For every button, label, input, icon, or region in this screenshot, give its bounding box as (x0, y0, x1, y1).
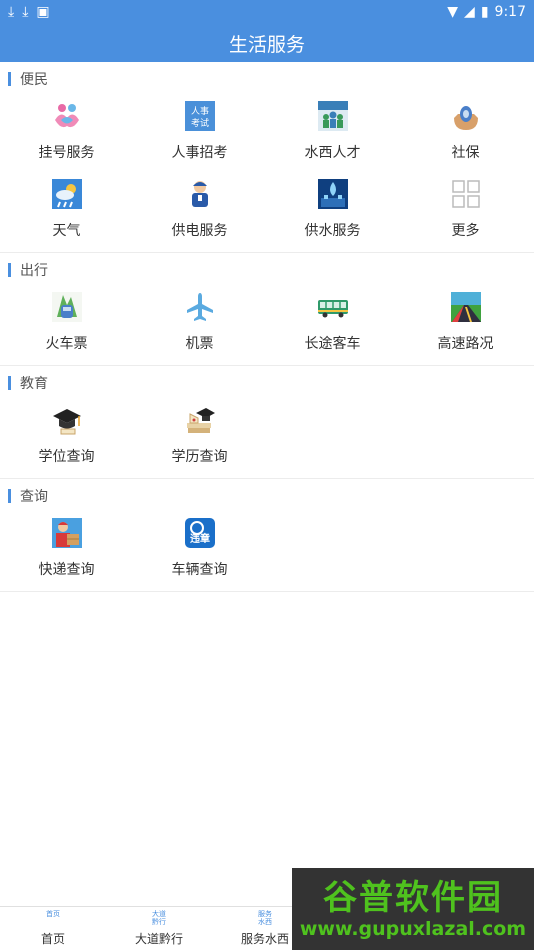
service-tile[interactable]: 供电服务 (133, 174, 266, 252)
water-supply-icon (317, 178, 349, 210)
diploma-books-icon (184, 404, 216, 436)
weather-icon (51, 178, 83, 210)
svg-text:违章: 违章 (190, 532, 210, 545)
nav-label: 大道黔行 (134, 932, 183, 946)
nav-home[interactable]: 首页 首页 (0, 907, 106, 950)
service-tile[interactable]: 机票 (133, 287, 266, 365)
service-tile[interactable]: 更多 (399, 174, 532, 252)
nav-dadao-qianxing[interactable]: 大道黔行 大道黔行 (106, 907, 212, 950)
service-tile[interactable]: 水西人才 (266, 96, 399, 174)
section-header: 出行 (0, 253, 534, 287)
service-label: 火车票 (45, 336, 88, 352)
section-title: 查询 (20, 489, 48, 505)
section-title: 便民 (20, 72, 48, 88)
battery-icon: ▮ (480, 4, 489, 20)
service-tile[interactable]: 快递查询 (0, 513, 133, 591)
wifi-icon: ▼ (447, 4, 459, 20)
section-accent-bar (8, 72, 11, 86)
section: 教育学位查询 学历查询 (0, 366, 534, 479)
service-label: 挂号服务 (38, 145, 95, 161)
service-tile[interactable]: 学位查询 (0, 400, 133, 478)
section-title: 教育 (20, 376, 48, 392)
section-header: 查询 (0, 479, 534, 513)
svg-text:考试: 考试 (190, 117, 208, 129)
service-label: 机票 (185, 336, 214, 352)
svg-text:人事: 人事 (190, 105, 208, 117)
service-label: 学历查询 (171, 449, 228, 465)
service-tile[interactable]: 挂号服务 (0, 96, 133, 174)
watermark-title: 谷普软件园 (323, 878, 503, 918)
section: 便民 挂号服务 人事 考试 人事招考 水西人才 社保 天气 供电服务 供水服务 更多 (0, 62, 534, 253)
nav-label: 服务水西 (240, 932, 289, 946)
power-supply-icon (184, 178, 216, 210)
social-security-icon (450, 100, 482, 132)
service-label: 车辆查询 (171, 562, 228, 578)
service-tile[interactable]: 长途客车 (266, 287, 399, 365)
service-label: 人事招考 (171, 145, 228, 161)
section: 出行火车票 机票 长途客车 高速路况 (0, 253, 534, 366)
watermark-url: www.gupuxlazal.com (299, 918, 527, 940)
service-sections: 便民 挂号服务 人事 考试 人事招考 水西人才 社保 天气 供电服务 供水服务 更多 出行 火车票 机票长… (0, 62, 534, 592)
service-label: 快递查询 (38, 562, 95, 578)
service-tile[interactable]: 火车票 (0, 287, 133, 365)
home-icon: 首页 (46, 910, 60, 918)
dadao-icon: 大道黔行 (152, 910, 166, 926)
section: 查询快递查询 违章车辆查询 (0, 479, 534, 592)
service-tile[interactable]: 天气 (0, 174, 133, 252)
section-title: 出行 (20, 263, 48, 279)
service-tile[interactable]: 供水服务 (266, 174, 399, 252)
service-tile[interactable]: 违章 车辆查询 (133, 513, 266, 591)
personnel-exam-icon: 人事 考试 (184, 100, 216, 132)
status-bar: ⤓ ⤓ ▣ ▼ ◢ ▮ 9:17 (0, 0, 534, 24)
signal-icon: ◢ (464, 4, 475, 20)
service-label: 高速路况 (437, 336, 494, 352)
graduation-cap-icon (51, 404, 83, 436)
service-grid: 挂号服务 人事 考试 人事招考 水西人才 社保 天气 供电服务 供水服务 更多 (0, 96, 534, 252)
service-tile[interactable]: 高速路况 (399, 287, 532, 365)
hospital-registration-icon (51, 100, 83, 132)
more-grid-icon (450, 178, 482, 210)
app-bar: 生活服务 (0, 24, 534, 62)
status-time: 9:17 (494, 4, 526, 20)
page-title: 生活服务 (228, 33, 305, 56)
service-grid: 火车票 机票 长途客车 高速路况 (0, 287, 534, 365)
vehicle-violation-icon: 违章 (184, 517, 216, 549)
service-grid: 快递查询 违章车辆查询 (0, 513, 534, 591)
highway-icon (450, 291, 482, 323)
courier-icon (51, 517, 83, 549)
download-icon: ⤓ (22, 4, 29, 20)
watermark-logo: 谷普软件园 www.gupuxlazal.com (292, 868, 534, 950)
service-label: 长途客车 (304, 336, 361, 352)
service-label: 社保 (451, 145, 480, 161)
notification-icon: ▣ (36, 4, 50, 20)
download-icon: ⤓ (8, 4, 15, 20)
section-header: 便民 (0, 62, 534, 96)
service-tile[interactable]: 学历查询 (133, 400, 266, 478)
airplane-icon (184, 291, 216, 323)
section-accent-bar (8, 489, 11, 503)
service-label: 天气 (52, 223, 81, 239)
service-label: 水西人才 (304, 145, 361, 161)
section-header: 教育 (0, 366, 534, 400)
service-grid: 学位查询 学历查询 (0, 400, 534, 478)
train-ticket-icon (51, 291, 83, 323)
bus-icon (317, 291, 349, 323)
service-label: 供电服务 (171, 223, 228, 239)
section-accent-bar (8, 263, 11, 277)
service-label: 更多 (451, 223, 480, 239)
nav-label: 首页 (40, 932, 65, 946)
service-label: 供水服务 (304, 223, 361, 239)
service-icon: 服务水西 (258, 910, 272, 926)
talent-icon (317, 100, 349, 132)
section-accent-bar (8, 376, 11, 390)
service-tile[interactable]: 社保 (399, 96, 532, 174)
service-tile[interactable]: 人事 考试 人事招考 (133, 96, 266, 174)
service-label: 学位查询 (38, 449, 95, 465)
